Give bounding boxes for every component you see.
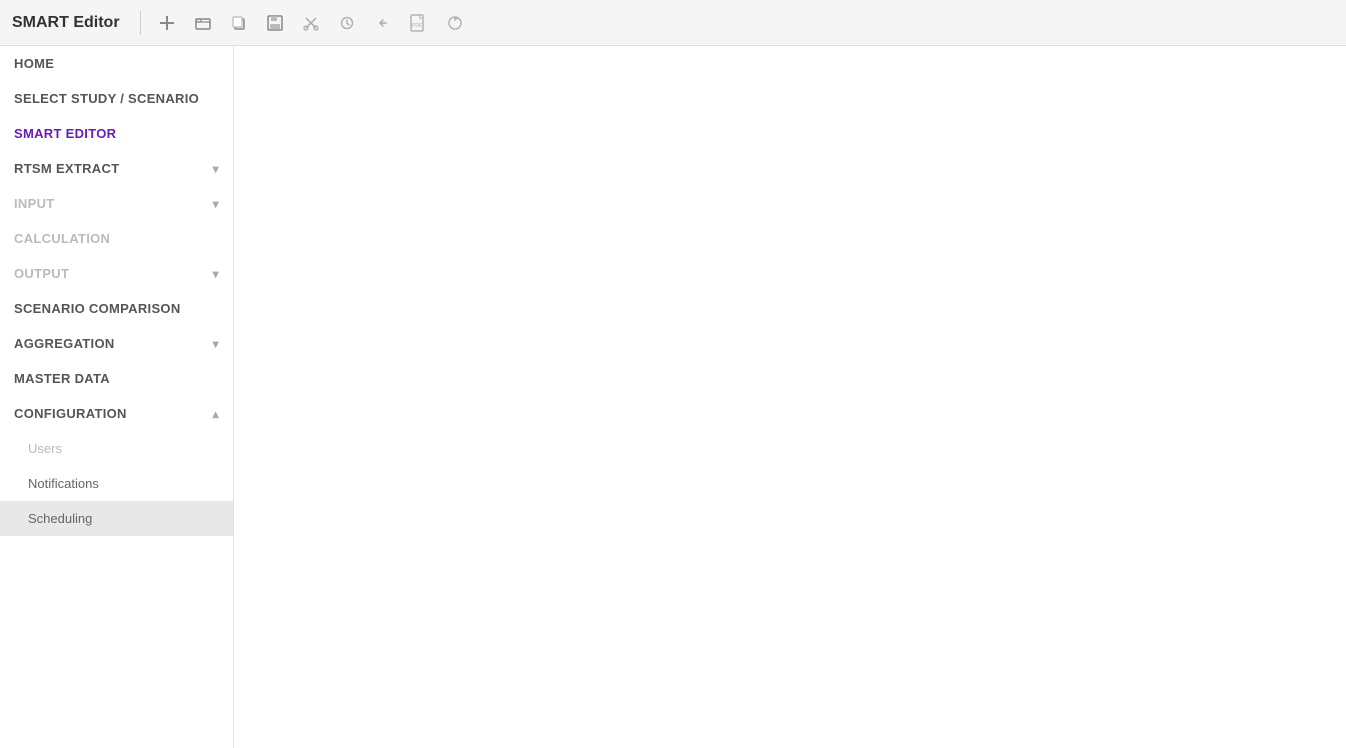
sidebar: ◀ HOME SELECT STUDY / SCENARIO SMART EDI… xyxy=(0,46,234,748)
sidebar-item-smart-editor[interactable]: SMART EDITOR xyxy=(0,116,233,151)
toolbar: SMART Editor PDF xyxy=(0,0,1346,46)
sidebar-item-users: Users xyxy=(0,431,233,466)
aggregation-chevron: ▾ xyxy=(213,337,219,351)
sidebar-item-rtsm-extract-label: RTSM EXTRACT xyxy=(14,161,119,176)
sidebar-item-output-label: OUTPUT xyxy=(14,266,69,281)
sidebar-item-select-study[interactable]: SELECT STUDY / SCENARIO xyxy=(0,81,233,116)
save-button[interactable] xyxy=(261,9,289,37)
sidebar-item-calculation-label: CALCULATION xyxy=(14,231,110,246)
sidebar-item-scheduling-label: Scheduling xyxy=(28,511,92,526)
copy-button[interactable] xyxy=(225,9,253,37)
app-title: SMART Editor xyxy=(12,14,120,32)
sidebar-item-notifications-label: Notifications xyxy=(28,476,99,491)
sidebar-item-scenario-comparison[interactable]: SCENARIO COMPARISON xyxy=(0,291,233,326)
sidebar-item-configuration-label: CONFIGURATION xyxy=(14,406,127,421)
sidebar-item-notifications[interactable]: Notifications xyxy=(0,466,233,501)
new-file-button[interactable] xyxy=(153,9,181,37)
pdf-button[interactable]: PDF xyxy=(405,9,433,37)
wrench-button[interactable] xyxy=(333,9,361,37)
configuration-chevron: ▴ xyxy=(213,407,219,421)
rtsm-extract-chevron: ▾ xyxy=(213,162,219,176)
sidebar-item-configuration[interactable]: CONFIGURATION ▴ xyxy=(0,396,233,431)
sidebar-item-users-label: Users xyxy=(28,441,62,456)
sidebar-item-master-data-label: MASTER DATA xyxy=(14,371,110,386)
sidebar-item-aggregation-label: AGGREGATION xyxy=(14,336,115,351)
back-button[interactable] xyxy=(369,9,397,37)
output-chevron: ▾ xyxy=(213,267,219,281)
input-chevron: ▾ xyxy=(213,197,219,211)
sidebar-item-calculation: CALCULATION xyxy=(0,221,233,256)
sidebar-item-home-label: HOME xyxy=(14,56,54,71)
open-file-button[interactable] xyxy=(189,9,217,37)
content-area xyxy=(234,46,1346,748)
sidebar-item-scheduling[interactable]: Scheduling xyxy=(0,501,233,536)
sidebar-item-output: OUTPUT ▾ xyxy=(0,256,233,291)
sidebar-item-scenario-comparison-label: SCENARIO COMPARISON xyxy=(14,301,181,316)
sidebar-item-rtsm-extract[interactable]: RTSM EXTRACT ▾ xyxy=(0,151,233,186)
refresh-button[interactable] xyxy=(441,9,469,37)
sidebar-item-smart-editor-label: SMART EDITOR xyxy=(14,126,116,141)
cut-button[interactable] xyxy=(297,9,325,37)
sidebar-item-input-label: INPUT xyxy=(14,196,55,211)
sidebar-item-select-study-label: SELECT STUDY / SCENARIO xyxy=(14,91,199,106)
sidebar-collapse-button[interactable]: ◀ xyxy=(233,383,234,411)
sidebar-item-home[interactable]: HOME xyxy=(0,46,233,81)
sidebar-item-master-data[interactable]: MASTER DATA xyxy=(0,361,233,396)
sidebar-item-aggregation[interactable]: AGGREGATION ▾ xyxy=(0,326,233,361)
sidebar-item-input: INPUT ▾ xyxy=(0,186,233,221)
svg-text:PDF: PDF xyxy=(412,23,422,29)
main-layout: ◀ HOME SELECT STUDY / SCENARIO SMART EDI… xyxy=(0,46,1346,748)
toolbar-divider xyxy=(140,11,141,35)
